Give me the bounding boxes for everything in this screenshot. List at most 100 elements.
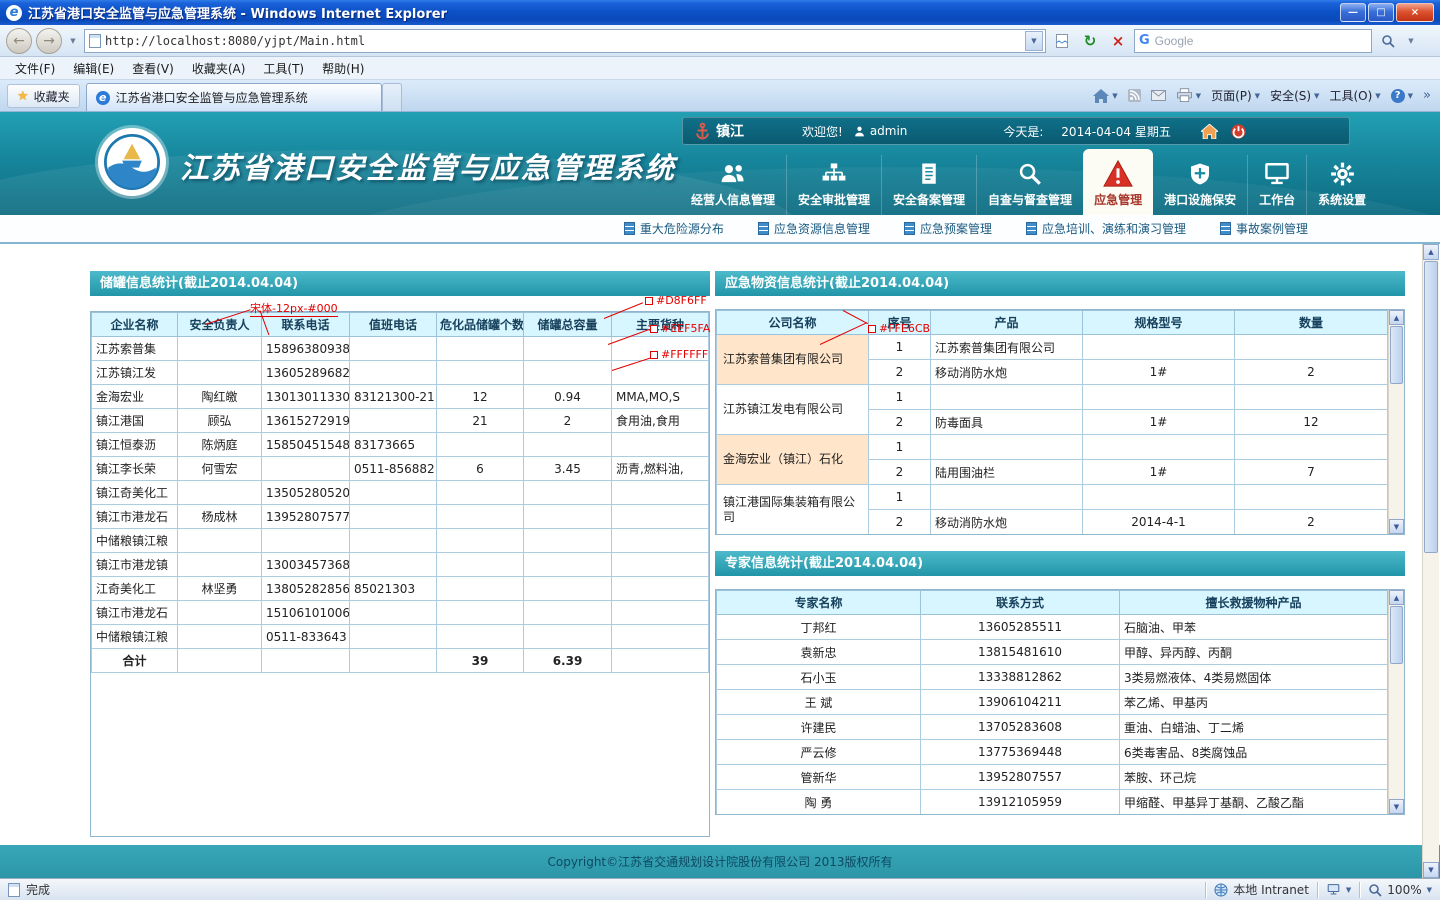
column-header: 擅长救援物种产品 [1120, 591, 1388, 615]
scroll-thumb[interactable] [1424, 261, 1438, 553]
home-dropdown[interactable]: ▼ [1112, 92, 1117, 100]
overflow-chevrons-icon[interactable]: » [1423, 88, 1431, 103]
port-name: 镇江 [716, 121, 744, 141]
column-header: 规格型号 [1083, 311, 1235, 335]
tools-menu-button[interactable]: 工具(O) ▼ [1329, 87, 1380, 104]
nav-item-port-security[interactable]: 港口设施保安 [1153, 155, 1247, 215]
user-icon [853, 125, 866, 138]
search-button[interactable] [1376, 29, 1400, 53]
logout-power-icon[interactable] [1230, 123, 1247, 140]
subnav-item-emergency-training[interactable]: 应急培训、演练和演习管理 [1026, 220, 1186, 237]
refresh-button[interactable]: ↻ [1078, 29, 1102, 53]
history-dropdown[interactable]: ▼ [66, 31, 80, 51]
scroll-up-button[interactable]: ▲ [1389, 590, 1404, 605]
scroll-down-button[interactable]: ▼ [1423, 862, 1439, 878]
stop-button[interactable]: × [1106, 29, 1130, 53]
nav-item-operator-info[interactable]: 经营人信息管理 [680, 155, 786, 215]
rss-button[interactable] [1128, 89, 1141, 102]
scroll-down-button[interactable]: ▼ [1389, 519, 1404, 534]
zoom-control[interactable]: 100% ▼ [1368, 883, 1432, 897]
print-button[interactable]: ▼ [1176, 88, 1201, 103]
back-button[interactable]: ← [6, 28, 32, 54]
nav-item-emergency[interactable]: 应急管理 [1083, 149, 1153, 215]
table-cell: 杨成林 [178, 505, 262, 529]
table-cell [178, 361, 262, 385]
scroll-up-button[interactable]: ▲ [1389, 310, 1404, 325]
subnav-item-hazard-distribution[interactable]: 重大危险源分布 [624, 220, 724, 237]
help-dropdown: ▼ [1408, 92, 1413, 100]
table-cell: 1 [869, 485, 931, 510]
company-cell: 江苏镇江发电有限公司 [717, 385, 869, 435]
page-menu-button[interactable]: 页面(P) ▼ [1211, 87, 1260, 104]
maximize-button[interactable]: □ [1368, 3, 1394, 22]
annotation-alt-row-color: #EEF5FA [650, 322, 710, 335]
address-input[interactable] [105, 34, 1021, 48]
favorites-button[interactable]: ★ 收藏夹 [7, 84, 80, 108]
nav-item-self-inspection[interactable]: 自查与督查管理 [976, 155, 1083, 215]
table-cell: 39 [437, 649, 524, 673]
menu-tools[interactable]: 工具(T) [254, 57, 313, 80]
address-bar[interactable]: ▼ [84, 29, 1046, 53]
print-dropdown[interactable]: ▼ [1196, 92, 1201, 100]
supplies-scrollbar[interactable]: ▲ ▼ [1388, 310, 1404, 534]
help-button[interactable]: ? ▼ [1391, 89, 1413, 103]
column-header: 产品 [931, 311, 1083, 335]
safety-menu-dropdown: ▼ [1314, 92, 1319, 100]
nav-item-safety-approval[interactable]: 安全审批管理 [786, 155, 881, 215]
mail-icon [1151, 90, 1166, 101]
menu-help[interactable]: 帮助(H) [313, 57, 373, 80]
document-icon [904, 222, 915, 235]
table-cell: 陶红皦 [178, 385, 262, 409]
menu-view[interactable]: 查看(V) [123, 57, 183, 80]
experts-scrollbar[interactable]: ▲ ▼ [1388, 590, 1404, 814]
browser-tab[interactable]: e 江苏省港口安全监管与应急管理系统 [86, 83, 382, 111]
document-icon [1026, 222, 1037, 235]
nav-item-workbench[interactable]: 工作台 [1247, 155, 1306, 215]
anchor-icon [695, 122, 710, 140]
home-button[interactable]: ▼ [1093, 89, 1117, 103]
search-box[interactable]: G [1134, 29, 1372, 53]
menu-favorites[interactable]: 收藏夹(A) [183, 57, 255, 80]
scroll-up-button[interactable]: ▲ [1423, 244, 1439, 260]
safety-menu-button[interactable]: 安全(S) ▼ [1270, 87, 1319, 104]
table-cell: 移动消防水炮 [931, 360, 1083, 385]
subnav-item-emergency-plans[interactable]: 应急预案管理 [904, 220, 992, 237]
search-input[interactable] [1155, 34, 1367, 48]
close-button[interactable]: × [1396, 3, 1434, 22]
page-scrollbar[interactable]: ▲ ▼ [1422, 244, 1439, 878]
table-cell [262, 457, 350, 481]
forward-button[interactable]: → [36, 28, 62, 54]
compatibility-button[interactable] [1050, 29, 1074, 53]
mail-button[interactable] [1151, 90, 1166, 101]
status-left: 完成 [8, 881, 1205, 898]
nav-item-system-settings[interactable]: 系统设置 [1306, 155, 1377, 215]
subnav-item-emergency-resources[interactable]: 应急资源信息管理 [758, 220, 870, 237]
menu-file[interactable]: 文件(F) [6, 57, 64, 80]
table-cell: 15106101006 [262, 601, 350, 625]
page-menu-dropdown: ▼ [1255, 92, 1260, 100]
minimize-button[interactable]: — [1340, 3, 1366, 22]
new-tab-stub[interactable] [382, 83, 402, 111]
help-icon: ? [1391, 89, 1405, 103]
scroll-thumb[interactable] [1390, 326, 1403, 384]
menu-edit[interactable]: 编辑(E) [64, 57, 123, 80]
protected-mode-indicator[interactable]: ▼ [1326, 883, 1351, 896]
table-cell [524, 337, 612, 361]
home-shortcut-icon[interactable] [1201, 124, 1218, 139]
document-icon [758, 222, 769, 235]
table-cell [1235, 385, 1388, 410]
address-dropdown[interactable]: ▼ [1025, 31, 1043, 51]
company-cell: 金海宏业（镇江）石化 [717, 435, 869, 485]
table-cell [437, 577, 524, 601]
table-cell: 13615272919 [262, 409, 350, 433]
company-cell: 镇江港国际集装箱有限公司 [717, 485, 869, 535]
page-icon [89, 34, 101, 48]
page-icon [8, 883, 20, 897]
column-header: 安全负责人 [178, 313, 262, 337]
nav-item-safety-record[interactable]: 安全备案管理 [881, 155, 976, 215]
table-cell: 13705283608 [921, 715, 1120, 740]
subnav-item-accident-cases[interactable]: 事故案例管理 [1220, 220, 1308, 237]
search-dropdown[interactable]: ▼ [1404, 31, 1418, 51]
scroll-thumb[interactable] [1390, 606, 1403, 664]
scroll-down-button[interactable]: ▼ [1389, 799, 1404, 814]
